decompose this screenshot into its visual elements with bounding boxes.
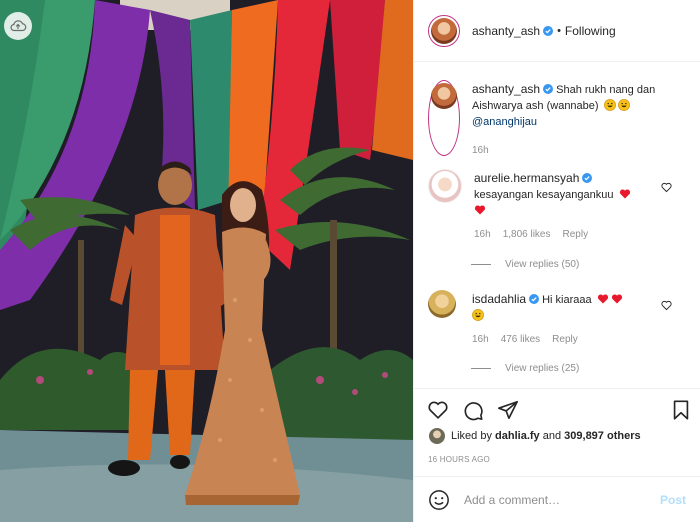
view-replies-label[interactable]: View replies (25): [505, 363, 579, 374]
photo-illustration: [0, 0, 413, 522]
avatar[interactable]: [428, 290, 456, 318]
comment-text: isdadahlia Hi kiaraaa: [472, 291, 686, 324]
replies-divider: [471, 368, 491, 369]
avatar[interactable]: [428, 169, 462, 203]
liked-by-prefix: Liked by: [451, 430, 492, 442]
header-separator: •: [557, 24, 561, 37]
grinning-face-icon: [603, 99, 616, 111]
action-bar: [414, 388, 700, 432]
replies-divider: [471, 264, 491, 265]
heart-icon[interactable]: [427, 399, 449, 421]
liked-by-user[interactable]: dahlia.fy: [495, 430, 540, 442]
red-heart-icon: [474, 205, 486, 215]
grinning-face-icon: [617, 99, 630, 111]
smiley-icon[interactable]: [428, 489, 450, 511]
list-item: isdadahlia Hi kiaraaa 16h 476 likes Repl…: [414, 290, 700, 345]
avatar[interactable]: [429, 428, 445, 444]
red-heart-icon: [597, 294, 608, 304]
grinning-face-icon: [472, 309, 484, 321]
comment-body: Hi kiaraaa: [542, 294, 592, 306]
like-comment-heart-icon[interactable]: [661, 300, 672, 311]
view-replies-button[interactable]: View replies (50): [471, 259, 579, 270]
liked-by-middle: and: [542, 430, 562, 442]
red-heart-icon: [619, 189, 630, 199]
liked-by: Liked by dahlia.fy and 309,897 others: [429, 428, 641, 444]
view-replies-button[interactable]: View replies (25): [471, 363, 579, 374]
post-header: ashanty_ash • Following: [414, 0, 700, 62]
caption-row: ashanty_ash Shah rukh nang dan Aishwarya…: [414, 80, 700, 156]
caption-username[interactable]: ashanty_ash: [472, 82, 540, 96]
share-icon[interactable]: [497, 399, 519, 421]
reply-button[interactable]: Reply: [563, 229, 589, 240]
view-replies-label[interactable]: View replies (50): [505, 259, 579, 270]
comment-likes[interactable]: 476 likes: [501, 334, 540, 345]
comment-time[interactable]: 16h: [472, 334, 489, 345]
comment-username[interactable]: isdadahlia: [472, 292, 526, 306]
caption-mention[interactable]: @ananghijau: [472, 116, 537, 128]
post-comment-button[interactable]: Post: [660, 493, 686, 507]
verified-icon: [582, 173, 593, 183]
post-side-panel: ashanty_ash • Following ashanty_ash Shah…: [413, 0, 700, 522]
comments-list[interactable]: ashanty_ash Shah rukh nang dan Aishwarya…: [414, 63, 700, 387]
comment-form: Add a comment… Post: [414, 476, 700, 522]
caption-time[interactable]: 16h: [472, 145, 489, 156]
list-item: aurelie.hermansyah kesayangan kesayangan…: [414, 169, 700, 240]
comment-icon[interactable]: [462, 399, 484, 421]
verified-icon: [543, 84, 554, 94]
comment-input[interactable]: Add a comment…: [464, 493, 660, 507]
owner-avatar-ring[interactable]: [428, 14, 460, 47]
verified-icon: [543, 25, 554, 36]
post-timestamp[interactable]: 16 HOURS AGO: [428, 455, 490, 464]
owner-username[interactable]: ashanty_ash: [472, 24, 540, 38]
post-photo[interactable]: [0, 0, 413, 522]
comment-body: kesayangan kesayangankuu: [474, 189, 614, 201]
comment-likes[interactable]: 1,806 likes: [503, 229, 551, 240]
comment-username[interactable]: aurelie.hermansyah: [474, 171, 579, 185]
reply-button[interactable]: Reply: [552, 334, 578, 345]
bookmark-icon[interactable]: [670, 399, 692, 421]
caption-avatar-ring[interactable]: [428, 80, 460, 156]
cloud-upload-icon[interactable]: [4, 12, 32, 40]
red-heart-icon: [611, 294, 622, 304]
like-comment-heart-icon[interactable]: [661, 182, 672, 193]
caption-text: ashanty_ash Shah rukh nang dan Aishwarya…: [472, 81, 686, 130]
avatar[interactable]: [431, 17, 457, 44]
verified-icon: [529, 294, 540, 304]
avatar[interactable]: [431, 83, 457, 109]
comment-time[interactable]: 16h: [474, 229, 491, 240]
comment-text: aurelie.hermansyah kesayangan kesayangan…: [474, 170, 686, 219]
following-button[interactable]: Following: [565, 24, 616, 38]
liked-by-others[interactable]: 309,897 others: [564, 430, 640, 442]
